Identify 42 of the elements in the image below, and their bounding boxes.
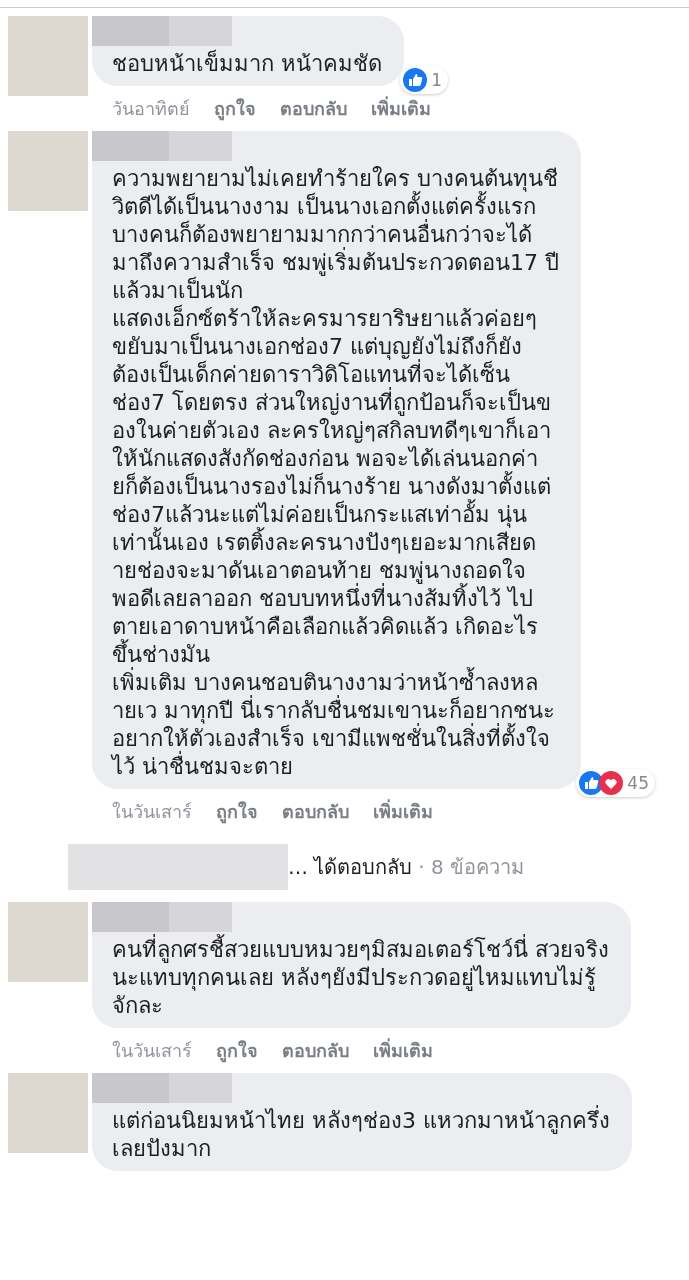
comment-action-link[interactable]: ถูกใจ [216, 797, 258, 826]
avatar[interactable] [8, 1073, 88, 1153]
avatar[interactable] [8, 902, 88, 982]
comment-action-link[interactable]: เพิ่มเติม [373, 1036, 433, 1065]
like-icon [403, 68, 428, 92]
comment-time: ในวันเสาร์ [112, 1039, 192, 1063]
comment-text: นะแทบทุกคนเลย หลังๆยังมีประกวดอยู่ไหมแทบไม่รู้ [112, 964, 597, 992]
comment-action-link[interactable]: ตอบกลับ [280, 94, 347, 123]
comment-text: ความพยายามไม่เคยทำร้ายใคร บางคนต้นทุนชี [112, 165, 559, 192]
comment-text: มาถึงความสำเร็จ ชมพู่เริ่มต้นประกวดตอน17 ปี [112, 249, 559, 277]
comment-action-link[interactable]: เพิ่มเติม [371, 94, 431, 123]
comment-text: เท่านั้นเอง เรตติ้งละครนางปังๆเยอะมากเสียด [112, 529, 559, 557]
comment-text: องในค่ายตัวเอง ละครใหญ่ๆสกิลบทดีๆเขาก็เอา [112, 417, 552, 445]
reaction-badge[interactable]: 45 [576, 769, 655, 797]
comment-action-link[interactable]: ตอบกลับ [282, 1036, 349, 1065]
avatar[interactable] [8, 131, 88, 211]
comment-text: ช่อง7 โดยตรง ส่วนใหญ่งานที่ถูกป้อนก็จะเป็นข [112, 389, 559, 417]
reaction-count: 1 [431, 70, 442, 90]
comment-action-link[interactable]: ถูกใจ [216, 1036, 258, 1065]
comment-text: ายช่องจะมาดันเอาตอนท้าย ชมพู่นางถอดใจ [112, 557, 527, 584]
comment-text: แล้วมาเป็นนัก [112, 277, 244, 304]
comment-action-link[interactable]: ตอบกลับ [282, 797, 349, 826]
comment-time: ในวันเสาร์ [112, 800, 192, 824]
reaction-count: 45 [627, 773, 649, 793]
replies-link[interactable]: … ได้ตอบกลับ [288, 851, 413, 883]
avatar[interactable] [8, 16, 88, 96]
comment-text: ให้นักแสดงสังกัดช่องก่อน พอจะได้เล่นนอกค่า [112, 445, 539, 471]
comment-text: ตายเอาดาบหน้าคือเลือกแล้วคิดแล้ว เกิดอะไร [112, 613, 539, 639]
comment-text: ไว้ น่าชื่นชมจะตาย [112, 753, 559, 781]
comment-text: แต่ก่อนนิยมหน้าไทย หลังๆช่อง3 แหวกมาหน้าลูกครึ่ง [112, 1107, 610, 1135]
comment-text: จักละ [112, 992, 164, 1020]
comment-text: คนที่ลูกศรชี้สวยแบบหมวยๆมิสมอเตอร์โชว์นี่ สวยจริง [112, 936, 609, 964]
reaction-badge[interactable]: 1 [400, 66, 448, 94]
comment-action-link[interactable]: เพิ่มเติม [373, 797, 433, 826]
comment-text: แสดงเอ็กซ์ตร้าให้ละครมารยาริษยาแล้วค่อยๆ [112, 305, 538, 332]
comment-text: เลยปังมาก [112, 1135, 212, 1163]
comment-action-link[interactable]: ถูกใจ [214, 94, 256, 123]
comment-time: วันอาทิตย์ [112, 97, 190, 121]
comment-text: ขยับมาเป็นนางเอกช่อง7 แต่บุญยังไม่ถึงก็ยัง [112, 333, 523, 360]
comment-text: ชอบหน้าเข็มมาก หน้าคมชัด [112, 50, 382, 78]
comment-text: พอดีเลยลาออก ชอบบทหนึ่งที่นางส้มทิ้งไว้ ไป [112, 585, 559, 613]
reply-count: · 8 ข้อความ [418, 854, 525, 881]
